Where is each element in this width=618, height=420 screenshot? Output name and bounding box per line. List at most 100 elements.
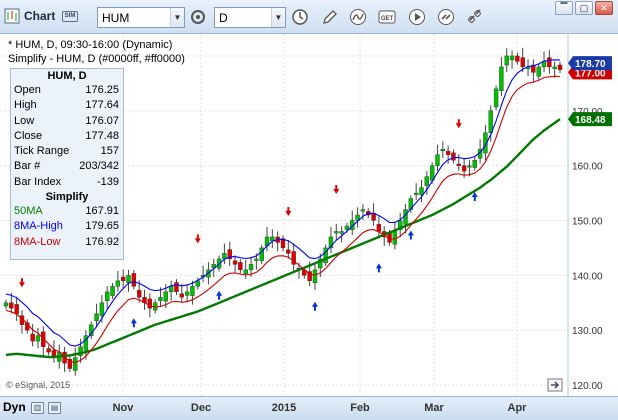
row-50ma: 50MA 167.91 xyxy=(11,204,123,219)
candle-body xyxy=(557,64,563,70)
curve-icon[interactable] xyxy=(349,8,367,26)
candle-body xyxy=(360,209,366,212)
x-label-dec: Dec xyxy=(190,402,212,414)
row-bar-index: Bar Index -139 xyxy=(11,175,123,190)
candle-body xyxy=(120,276,126,282)
row-label: Tick Range xyxy=(14,145,70,158)
price-label: 140.00 xyxy=(572,271,603,282)
candle-body xyxy=(115,280,121,287)
interval-combo[interactable]: D ▼ xyxy=(214,7,286,28)
row-value: 167.91 xyxy=(85,205,119,218)
symbol-combo[interactable]: HUM ▼ xyxy=(97,7,185,28)
candle-body xyxy=(286,249,291,254)
dynamic-mode-label[interactable]: Dyn xyxy=(3,400,26,414)
row-value: 176.92 xyxy=(85,235,119,248)
maximize-button[interactable]: ▢ xyxy=(575,1,593,15)
row-label: Bar Index xyxy=(14,175,62,188)
row-label: Bar # xyxy=(14,160,41,173)
candle-body xyxy=(472,159,477,168)
x-label-nov: Nov xyxy=(112,402,134,414)
candle-body xyxy=(35,335,41,342)
candle-body xyxy=(190,286,195,296)
candle-body xyxy=(413,192,419,195)
candle-body xyxy=(270,236,275,241)
ma50-badge: 168.48 xyxy=(575,115,606,126)
price-label: 150.00 xyxy=(572,216,603,227)
candle-body xyxy=(515,55,520,62)
candle-body xyxy=(536,66,541,77)
candle-body xyxy=(30,333,35,342)
pencil-icon[interactable] xyxy=(321,8,339,26)
chevron-down-icon[interactable]: ▼ xyxy=(170,8,184,27)
x-label-apr: Apr xyxy=(507,402,527,414)
candle-body xyxy=(99,302,105,316)
candle-body xyxy=(461,165,467,172)
candle-body xyxy=(238,262,243,271)
symbol-value[interactable]: HUM xyxy=(102,11,129,25)
candle-body xyxy=(243,269,248,274)
data-window: HUM, D Open 176.25 High 177.64 Low 176.07 C… xyxy=(10,68,124,260)
chart-header-study: Simplify - HUM, D (#0000ff, #ff0000) xyxy=(8,53,185,65)
price-label: 160.00 xyxy=(572,162,603,173)
candle-body xyxy=(14,304,19,314)
interval-icon[interactable]: ▤ xyxy=(48,402,61,414)
candle-body xyxy=(163,291,169,302)
interval-value[interactable]: D xyxy=(219,11,228,25)
candle-body xyxy=(344,225,350,230)
row-label: 8MA-High xyxy=(14,220,63,233)
row-open: Open 176.25 xyxy=(11,83,123,98)
candle-body xyxy=(547,57,552,68)
data-window-title: HUM, D xyxy=(47,70,87,82)
x-label-mar: Mar xyxy=(424,402,444,414)
chart-toolbar: Chart SIM HUM ▼ D ▼ GET ▔ ▢ ✕ xyxy=(0,0,618,34)
x-label-2015: 2015 xyxy=(271,402,297,414)
candle-body xyxy=(110,286,115,296)
candle-body xyxy=(174,282,179,292)
candle-body xyxy=(73,357,78,371)
candle-body xyxy=(184,291,190,296)
minimize-button[interactable]: ▔ xyxy=(555,1,573,15)
chart-header-symbol: * HUM, D, 09:30-16:00 (Dynamic) xyxy=(8,39,172,51)
candle-body xyxy=(440,148,446,152)
chart-window-icon xyxy=(4,8,20,24)
candle-body xyxy=(147,298,153,309)
candle-body xyxy=(94,313,99,322)
row-label: Close xyxy=(14,129,43,142)
row-8ma-high: 8MA-High 179.65 xyxy=(11,219,123,234)
row-8ma-low: 8MA-Low 176.92 xyxy=(11,235,123,250)
link-icon[interactable] xyxy=(437,8,455,26)
last-price-badge: 178.70 xyxy=(575,59,606,70)
data-window-section: Simplify xyxy=(45,191,89,204)
candle-body xyxy=(131,273,137,287)
clock-icon[interactable] xyxy=(291,8,309,26)
sim-badge[interactable]: SIM xyxy=(62,11,78,22)
candle-body xyxy=(136,289,142,298)
candle-body xyxy=(312,269,318,283)
chevron-down-icon[interactable]: ▼ xyxy=(271,8,285,27)
candle-body xyxy=(509,55,515,60)
x-label-feb: Feb xyxy=(350,402,370,414)
candle-body xyxy=(334,231,339,234)
candle-body xyxy=(3,302,9,307)
chain-icon[interactable] xyxy=(466,8,484,26)
candle-body xyxy=(105,291,110,302)
candle-body xyxy=(451,152,456,161)
candle-body xyxy=(504,55,509,66)
svg-text:GET: GET xyxy=(381,16,394,22)
row-label: 8MA-Low xyxy=(14,235,61,248)
close-button[interactable]: ✕ xyxy=(595,1,613,15)
scroll-end-icon[interactable] xyxy=(547,378,563,392)
row-low: Low 176.07 xyxy=(11,114,123,129)
settings-icon[interactable] xyxy=(189,8,207,26)
row-value: 176.25 xyxy=(85,84,119,96)
row-tick-range: Tick Range 157 xyxy=(11,144,123,159)
play-icon[interactable] xyxy=(408,8,426,26)
row-value: 179.65 xyxy=(85,220,119,233)
price-label: 130.00 xyxy=(572,326,603,337)
candle-body xyxy=(445,150,451,155)
row-label: Low xyxy=(14,114,35,127)
get-icon[interactable]: GET xyxy=(378,8,396,26)
candle-body xyxy=(520,57,525,68)
zoom-icon[interactable]: ▥ xyxy=(31,402,44,414)
row-high: High 177.64 xyxy=(11,98,123,113)
